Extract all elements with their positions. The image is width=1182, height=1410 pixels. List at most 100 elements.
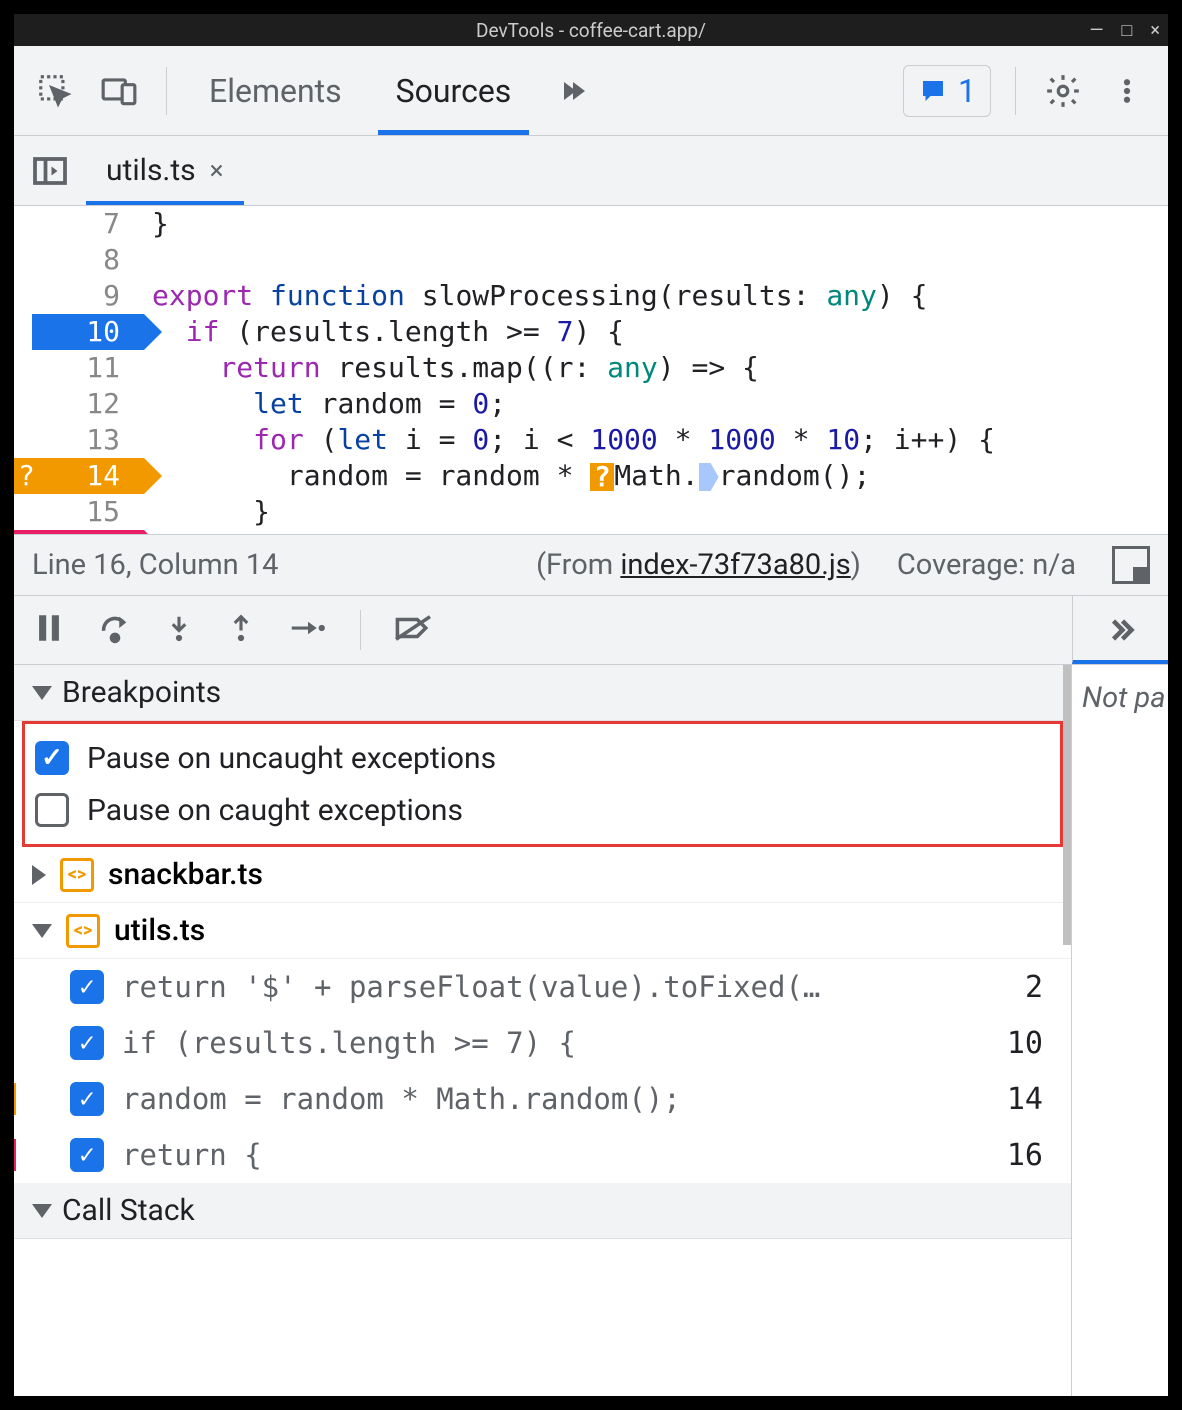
- breakpoint-marker: [14, 1139, 16, 1171]
- code-editor[interactable]: 78910111213141516 } export function slowP…: [14, 206, 1168, 534]
- code-line[interactable]: [144, 242, 1168, 278]
- line-number[interactable]: 12: [14, 386, 144, 422]
- line-gutter[interactable]: 78910111213141516: [14, 206, 144, 534]
- step-icon[interactable]: [288, 613, 328, 647]
- breakpoint-text: random = random * Math.random();: [122, 1082, 989, 1116]
- right-sidebar: Not pa: [1072, 665, 1168, 1396]
- line-number[interactable]: 9: [14, 278, 144, 314]
- window-title: DevTools - coffee-cart.app/: [476, 19, 706, 42]
- minimize-icon[interactable]: —: [1089, 20, 1103, 41]
- breakpoint-marker: [14, 1083, 16, 1115]
- line-number[interactable]: 13: [14, 422, 144, 458]
- chevron-down-icon: [32, 924, 52, 938]
- line-number[interactable]: 16: [14, 530, 144, 534]
- close-icon[interactable]: ×: [1150, 20, 1160, 41]
- code-line[interactable]: return results.map((r: any) => {: [144, 350, 1168, 386]
- scrollbar-thumb[interactable]: [1063, 665, 1071, 945]
- file-icon: <>: [66, 914, 100, 948]
- bp-file-name: snackbar.ts: [108, 857, 263, 892]
- breakpoint-line[interactable]: return '$' + parseFloat(value).toFixed(……: [14, 959, 1071, 1015]
- pause-uncaught-checkbox[interactable]: [35, 741, 69, 775]
- breakpoint-text: return {: [122, 1138, 989, 1172]
- cursor-position: Line 16, Column 14: [32, 548, 278, 582]
- code-line[interactable]: export function slowProcessing(results: …: [144, 278, 1168, 314]
- tab-sources[interactable]: Sources: [378, 46, 530, 135]
- sourcemap-link[interactable]: index-73f73a80.js: [620, 548, 850, 582]
- pause-uncaught-label: Pause on uncaught exceptions: [87, 741, 496, 776]
- device-icon[interactable]: [96, 68, 142, 114]
- file-tab-name: utils.ts: [106, 153, 196, 188]
- pause-caught-label: Pause on caught exceptions: [87, 793, 463, 828]
- not-paused-text: Not pa: [1082, 681, 1166, 715]
- bp-file-snackbar[interactable]: <> snackbar.ts: [14, 847, 1071, 903]
- kebab-menu-icon[interactable]: [1104, 68, 1150, 114]
- step-into-icon[interactable]: [164, 611, 194, 649]
- debugger-toolbar-row: [14, 596, 1168, 665]
- debugger-toolbar: [14, 596, 1072, 664]
- expand-right-icon[interactable]: [1072, 596, 1168, 664]
- code-line[interactable]: random = random * ?Math.random();: [144, 458, 1168, 494]
- code-line[interactable]: for (let i = 0; i < 1000 * 1000 * 10; i+…: [144, 422, 1168, 458]
- pause-uncaught-row: Pause on uncaught exceptions: [35, 732, 1050, 784]
- breakpoint-line[interactable]: if (results.length >= 7) { 10: [14, 1015, 1071, 1071]
- breakpoints-header[interactable]: Breakpoints: [14, 665, 1071, 721]
- code-line[interactable]: }: [144, 206, 1168, 242]
- code-line[interactable]: }: [144, 494, 1168, 530]
- breakpoints-panel: Breakpoints Pause on uncaught exceptions…: [14, 665, 1072, 1396]
- separator: [1015, 67, 1016, 115]
- main-toolbar: Elements Sources 1: [14, 46, 1168, 136]
- breakpoint-checkbox[interactable]: [70, 970, 104, 1004]
- file-tab-utils[interactable]: utils.ts ×: [86, 136, 244, 205]
- breakpoint-text: if (results.length >= 7) {: [122, 1026, 989, 1060]
- titlebar: DevTools - coffee-cart.app/ — □ ×: [14, 14, 1168, 46]
- line-number[interactable]: 14: [14, 458, 144, 494]
- pause-icon[interactable]: [32, 611, 66, 649]
- line-number[interactable]: 10: [32, 314, 144, 350]
- breakpoint-lineno: 10: [1007, 1026, 1053, 1061]
- close-tab-icon[interactable]: ×: [210, 156, 224, 186]
- breakpoint-line[interactable]: return {16: [14, 1127, 1071, 1183]
- file-icon: <>: [60, 858, 94, 892]
- coverage-status: Coverage: n/a: [897, 548, 1076, 582]
- bp-file-utils[interactable]: <> utils.ts: [14, 903, 1071, 959]
- inspect-icon[interactable]: [32, 68, 78, 114]
- code-line[interactable]: return {: [144, 530, 1168, 534]
- sourcemap-from: (From index-73f73a80.js): [536, 548, 861, 582]
- editor-menu-icon[interactable]: [1112, 546, 1150, 584]
- pause-caught-checkbox[interactable]: [35, 793, 69, 827]
- breakpoint-lineno: 14: [1007, 1082, 1053, 1117]
- line-number[interactable]: 8: [14, 242, 144, 278]
- settings-icon[interactable]: [1040, 68, 1086, 114]
- step-over-icon[interactable]: [98, 611, 132, 649]
- line-number[interactable]: 11: [14, 350, 144, 386]
- chevron-down-icon: [32, 686, 52, 700]
- tab-elements[interactable]: Elements: [191, 46, 360, 135]
- line-number[interactable]: 15: [14, 494, 144, 530]
- code-line[interactable]: if (results.length >= 7) {: [144, 314, 1168, 350]
- code-line[interactable]: let random = 0;: [144, 386, 1168, 422]
- more-tabs-icon[interactable]: [547, 68, 593, 114]
- breakpoint-checkbox[interactable]: [70, 1082, 104, 1116]
- callstack-header[interactable]: Call Stack: [14, 1183, 1071, 1239]
- breakpoint-line[interactable]: random = random * Math.random(); 14: [14, 1071, 1071, 1127]
- breakpoint-checkbox[interactable]: [70, 1026, 104, 1060]
- file-tabs: utils.ts ×: [14, 136, 1168, 206]
- chevron-right-icon: [32, 865, 46, 885]
- window-controls: — □ ×: [1089, 20, 1160, 41]
- deactivate-breakpoints-icon[interactable]: [393, 611, 433, 649]
- breakpoint-checkbox[interactable]: [70, 1138, 104, 1172]
- maximize-icon[interactable]: □: [1122, 20, 1133, 41]
- debugger-panels: Breakpoints Pause on uncaught exceptions…: [14, 665, 1168, 1396]
- devtools-window: DevTools - coffee-cart.app/ — □ × Elemen…: [0, 0, 1182, 1410]
- navigator-toggle-icon[interactable]: [14, 153, 86, 189]
- step-out-icon[interactable]: [226, 611, 256, 649]
- breakpoint-text: return '$' + parseFloat(value).toFixed(…: [122, 970, 1007, 1004]
- breakpoint-lineno: 2: [1025, 970, 1053, 1005]
- pause-caught-row: Pause on caught exceptions: [35, 784, 1050, 836]
- separator: [360, 610, 361, 650]
- line-number[interactable]: 7: [14, 206, 144, 242]
- code-content[interactable]: } export function slowProcessing(results:…: [144, 206, 1168, 534]
- chevron-down-icon: [32, 1204, 52, 1218]
- exception-breakpoints-highlight: Pause on uncaught exceptions Pause on ca…: [22, 721, 1063, 847]
- issues-badge[interactable]: 1: [903, 65, 991, 117]
